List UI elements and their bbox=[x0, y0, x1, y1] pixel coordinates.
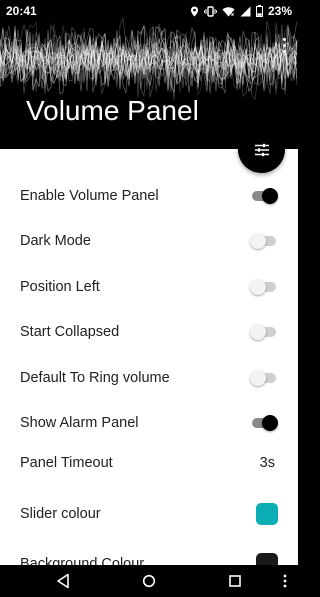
status-bar: 20:41 23% bbox=[0, 0, 298, 22]
battery-percent: 23% bbox=[267, 4, 292, 18]
setting-label: Start Collapsed bbox=[20, 324, 120, 340]
setting-label: Position Left bbox=[20, 279, 100, 295]
slider-colour-swatch[interactable] bbox=[256, 503, 278, 525]
setting-label: Default To Ring volume bbox=[20, 370, 170, 386]
setting-row-panel-timeout[interactable]: Panel Timeout 3s bbox=[0, 441, 298, 485]
setting-row-default-to-ring-volume[interactable]: Default To Ring volume bbox=[0, 356, 298, 400]
setting-label: Show Alarm Panel bbox=[20, 415, 139, 431]
setting-row-background-colour[interactable]: Background Colour bbox=[0, 542, 298, 565]
default-ring-volume-switch[interactable] bbox=[250, 368, 278, 388]
setting-row-enable-volume-panel[interactable]: Enable Volume Panel bbox=[0, 174, 298, 218]
settings-list: Enable Volume Panel Dark Mode Position L… bbox=[0, 149, 298, 565]
setting-label: Slider colour bbox=[20, 506, 101, 522]
setting-row-dark-mode[interactable]: Dark Mode bbox=[0, 219, 298, 263]
position-left-switch[interactable] bbox=[250, 277, 278, 297]
setting-label: Panel Timeout bbox=[20, 455, 113, 471]
nav-more-icon[interactable] bbox=[282, 573, 288, 589]
home-icon[interactable] bbox=[142, 573, 156, 589]
setting-row-show-alarm-panel[interactable]: Show Alarm Panel bbox=[0, 401, 298, 445]
setting-row-position-left[interactable]: Position Left bbox=[0, 265, 298, 309]
status-time: 20:41 bbox=[6, 4, 37, 18]
panel-timeout-value: 3s bbox=[259, 455, 275, 471]
signal-icon bbox=[240, 6, 251, 16]
back-icon[interactable] bbox=[56, 573, 70, 589]
location-icon bbox=[190, 6, 199, 16]
background-colour-swatch[interactable] bbox=[256, 553, 278, 565]
recents-icon[interactable] bbox=[228, 573, 242, 589]
vibrate-icon bbox=[203, 5, 217, 17]
setting-label: Background Colour bbox=[20, 556, 145, 565]
setting-label: Dark Mode bbox=[20, 233, 91, 249]
enable-volume-panel-switch[interactable] bbox=[250, 186, 278, 206]
system-navigation-bar bbox=[0, 565, 298, 597]
setting-row-start-collapsed[interactable]: Start Collapsed bbox=[0, 310, 298, 354]
setting-row-slider-colour[interactable]: Slider colour bbox=[0, 492, 298, 536]
settings-sliders-button[interactable] bbox=[238, 126, 285, 173]
battery-icon bbox=[255, 5, 263, 17]
dark-mode-switch[interactable] bbox=[250, 231, 278, 251]
start-collapsed-switch[interactable] bbox=[250, 322, 278, 342]
tune-sliders-icon bbox=[254, 143, 269, 156]
show-alarm-panel-switch[interactable] bbox=[250, 413, 278, 433]
wifi-icon bbox=[222, 6, 235, 16]
setting-label: Enable Volume Panel bbox=[20, 188, 159, 204]
page-title: Volume Panel bbox=[26, 95, 199, 126]
overflow-menu-icon[interactable] bbox=[280, 38, 288, 53]
